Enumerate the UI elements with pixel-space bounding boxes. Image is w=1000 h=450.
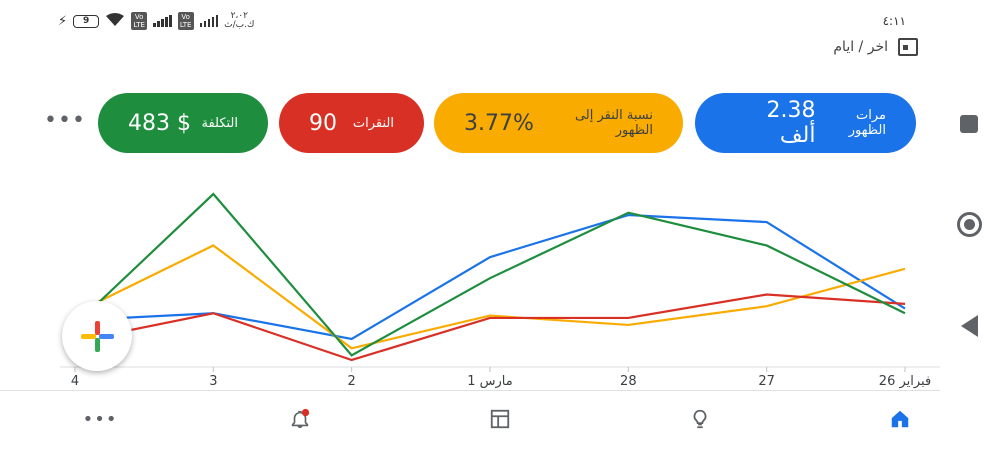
metric-label: نسبة النقر إلى الظهور xyxy=(574,108,653,138)
more-options-button[interactable]: ••• xyxy=(44,110,86,132)
notifications-icon xyxy=(291,408,310,429)
metric-impressions[interactable]: مرات الظهور 2.38 ألف xyxy=(695,93,916,153)
metric-value: 3.77% xyxy=(464,110,534,136)
campaigns-tab[interactable] xyxy=(486,405,514,433)
metric-value: 90 xyxy=(309,110,337,136)
x-tick-label: 3 xyxy=(209,374,217,389)
date-range-selector[interactable]: اخر / ايام xyxy=(833,38,918,56)
metric-cost[interactable]: التكلفة $ 483 xyxy=(98,93,268,153)
x-tick-label: فبراير 26 xyxy=(879,374,931,389)
data-speed: ٢،٠٢ ك.ب/ث xyxy=(224,12,254,30)
metric-value: 2.38 ألف xyxy=(766,98,816,148)
series-line-2 xyxy=(74,293,906,362)
metric-label: النقرات xyxy=(352,115,394,131)
create-fab[interactable] xyxy=(62,301,132,371)
home-icon xyxy=(891,410,909,428)
data-speed-unit: ك.ب/ث xyxy=(224,20,255,30)
calendar-icon xyxy=(898,38,918,56)
home-tab[interactable] xyxy=(886,405,914,433)
date-range-label: اخر / ايام xyxy=(833,39,888,55)
series-line-1 xyxy=(74,244,906,350)
x-tick-label: 28 xyxy=(620,374,637,389)
status-time: ٤:١١ xyxy=(882,14,906,28)
x-tick-label: 4 xyxy=(71,374,79,389)
lightbulb-icon xyxy=(693,409,707,429)
metric-ctr[interactable]: نسبة النقر إلى الظهور 3.77% xyxy=(434,93,683,153)
battery-level: 9 xyxy=(83,16,90,26)
notifications-tab[interactable] xyxy=(286,405,314,433)
recents-button[interactable] xyxy=(960,115,978,133)
wifi-icon xyxy=(105,12,125,30)
bottom-navigation: ••• xyxy=(0,390,940,450)
x-tick-label: مارس 1 xyxy=(467,374,513,389)
status-bar-left: ⚡ 9 Vo LTE Vo LTE ٢،٠٢ ك.ب/ث xyxy=(58,10,254,32)
battery-icon: 9 xyxy=(73,14,100,28)
lte-badge-2: Vo LTE xyxy=(177,12,194,30)
signal-1-icon xyxy=(153,15,172,27)
charging-icon: ⚡ xyxy=(58,13,68,29)
signal-2-icon xyxy=(199,15,219,27)
metric-label: التكلفة xyxy=(201,115,238,131)
metric-clicks[interactable]: النقرات 90 xyxy=(279,93,424,153)
lte-badge-1: Vo LTE xyxy=(131,12,148,30)
metric-value: $ 483 xyxy=(128,110,191,136)
recommendations-tab[interactable] xyxy=(686,405,714,433)
series-line-3 xyxy=(74,192,906,357)
more-tab[interactable]: ••• xyxy=(83,405,117,433)
home-nav-button[interactable] xyxy=(957,212,982,237)
metric-label: مرات الظهور xyxy=(848,108,886,138)
x-tick-label: 2 xyxy=(348,374,356,389)
performance-chart: فبراير 26 27 28 مارس 1 2 3 4 xyxy=(60,192,940,389)
table-icon xyxy=(490,409,510,429)
back-button[interactable] xyxy=(961,315,978,337)
x-tick-label: 27 xyxy=(758,374,775,389)
